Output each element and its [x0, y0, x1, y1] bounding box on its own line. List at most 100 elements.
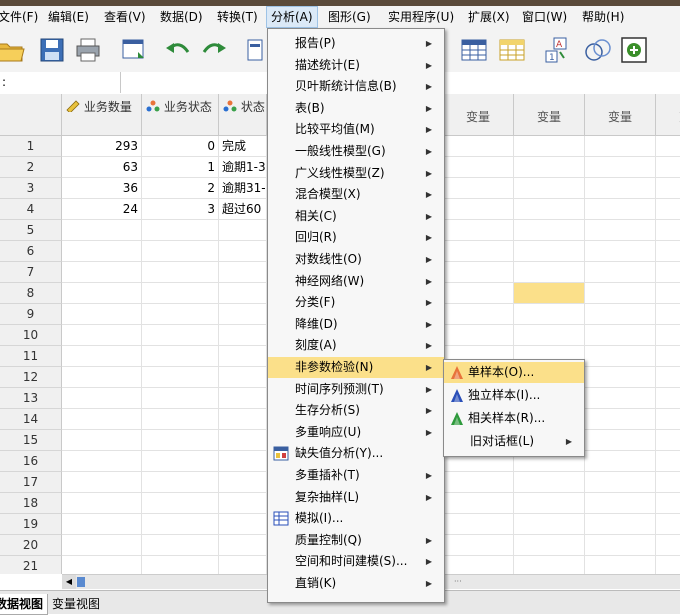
- empty-cell[interactable]: [585, 136, 656, 157]
- data-cell[interactable]: [142, 493, 219, 514]
- menu-analyze[interactable]: 分析(A): [266, 6, 318, 28]
- empty-variable-header[interactable]: 变量: [585, 94, 656, 136]
- empty-cell[interactable]: [656, 451, 680, 472]
- cell-reference-field[interactable]: :: [0, 72, 121, 93]
- empty-cell[interactable]: [585, 304, 656, 325]
- empty-cell[interactable]: [514, 262, 585, 283]
- corner-header[interactable]: [0, 94, 62, 136]
- row-number[interactable]: 1: [0, 136, 62, 157]
- row-number[interactable]: 7: [0, 262, 62, 283]
- data-cell[interactable]: [219, 262, 267, 283]
- empty-cell[interactable]: [514, 556, 585, 574]
- menu-item[interactable]: 一般线性模型(G) ▶: [268, 141, 444, 162]
- empty-cell[interactable]: [514, 283, 585, 304]
- empty-cell[interactable]: [656, 535, 680, 556]
- empty-cell[interactable]: [514, 472, 585, 493]
- data-cell[interactable]: [62, 262, 142, 283]
- data-cell[interactable]: 36: [62, 178, 142, 199]
- empty-cell[interactable]: [585, 262, 656, 283]
- menu-item[interactable]: 多重插补(T) ▶: [268, 465, 444, 486]
- data-cell[interactable]: [142, 430, 219, 451]
- submenu-item[interactable]: 独立样本(I)...: [444, 385, 584, 406]
- data-cell[interactable]: [142, 388, 219, 409]
- empty-cell[interactable]: [656, 430, 680, 451]
- empty-cell[interactable]: [585, 283, 656, 304]
- redo-icon[interactable]: [200, 36, 228, 64]
- empty-cell[interactable]: [656, 325, 680, 346]
- empty-cell[interactable]: [585, 535, 656, 556]
- data-cell[interactable]: [142, 304, 219, 325]
- data-cell[interactable]: [62, 283, 142, 304]
- menu-file[interactable]: 文件(F): [0, 6, 42, 28]
- data-cell[interactable]: [142, 325, 219, 346]
- empty-cell[interactable]: [514, 514, 585, 535]
- table-icon[interactable]: [460, 36, 488, 64]
- column-header[interactable]: 业务状态: [142, 94, 219, 136]
- menu-item[interactable]: 直销(K) ▶: [268, 573, 444, 594]
- empty-cell[interactable]: [585, 472, 656, 493]
- column-header[interactable]: 业务数量: [62, 94, 142, 136]
- data-cell[interactable]: [142, 556, 219, 574]
- empty-cell[interactable]: [443, 556, 514, 574]
- empty-variable-header[interactable]: 变量: [443, 94, 514, 136]
- empty-cell[interactable]: [656, 178, 680, 199]
- empty-cell[interactable]: [656, 367, 680, 388]
- empty-cell[interactable]: [656, 304, 680, 325]
- menu-item[interactable]: 刻度(A) ▶: [268, 335, 444, 356]
- row-number[interactable]: 6: [0, 241, 62, 262]
- data-cell[interactable]: 3: [142, 199, 219, 220]
- menu-utilities[interactable]: 实用程序(U): [384, 6, 458, 28]
- empty-cell[interactable]: [656, 409, 680, 430]
- data-cell[interactable]: [62, 304, 142, 325]
- data-cell[interactable]: [142, 262, 219, 283]
- row-number[interactable]: 4: [0, 199, 62, 220]
- empty-cell[interactable]: [514, 199, 585, 220]
- empty-cell[interactable]: [585, 430, 656, 451]
- row-number[interactable]: 2: [0, 157, 62, 178]
- empty-cell[interactable]: [585, 514, 656, 535]
- empty-cell[interactable]: [656, 493, 680, 514]
- recall-dialog-icon[interactable]: [120, 36, 148, 64]
- menu-item[interactable]: 比较平均值(M) ▶: [268, 119, 444, 140]
- data-cell[interactable]: [219, 346, 267, 367]
- empty-cell[interactable]: [585, 388, 656, 409]
- data-cell[interactable]: [219, 241, 267, 262]
- empty-cell[interactable]: [585, 367, 656, 388]
- scroll-left-button[interactable]: ◀: [62, 575, 76, 589]
- menu-item[interactable]: 质量控制(Q) ▶: [268, 530, 444, 551]
- row-number[interactable]: 17: [0, 472, 62, 493]
- empty-cell[interactable]: [585, 199, 656, 220]
- data-cell[interactable]: [142, 514, 219, 535]
- empty-cell[interactable]: [585, 451, 656, 472]
- data-cell[interactable]: [62, 430, 142, 451]
- row-number[interactable]: 16: [0, 451, 62, 472]
- empty-cell[interactable]: [514, 241, 585, 262]
- data-cell[interactable]: [219, 514, 267, 535]
- menu-item[interactable]: 非参数检验(N) ▶: [268, 357, 444, 378]
- menu-item[interactable]: 缺失值分析(Y)...: [268, 443, 444, 464]
- data-cell[interactable]: [219, 430, 267, 451]
- menu-extensions[interactable]: 扩展(X): [464, 6, 514, 28]
- menu-item[interactable]: 分类(F) ▶: [268, 292, 444, 313]
- data-cell[interactable]: [142, 472, 219, 493]
- submenu-item[interactable]: 旧对话框(L) ▶: [444, 431, 584, 452]
- data-cell[interactable]: [219, 409, 267, 430]
- data-cell[interactable]: [142, 367, 219, 388]
- undo-icon[interactable]: [164, 36, 192, 64]
- data-cell[interactable]: [62, 388, 142, 409]
- row-number[interactable]: 9: [0, 304, 62, 325]
- data-cell[interactable]: [219, 535, 267, 556]
- scroll-thumb[interactable]: [77, 577, 85, 587]
- row-number[interactable]: 12: [0, 367, 62, 388]
- data-cell[interactable]: [142, 283, 219, 304]
- empty-cell[interactable]: [443, 493, 514, 514]
- row-number[interactable]: 8: [0, 283, 62, 304]
- data-cell[interactable]: 2: [142, 178, 219, 199]
- menu-item[interactable]: 生存分析(S) ▶: [268, 400, 444, 421]
- menu-window[interactable]: 窗口(W): [518, 6, 571, 28]
- menu-item[interactable]: 表(B) ▶: [268, 98, 444, 119]
- empty-cell[interactable]: [443, 178, 514, 199]
- menu-item[interactable]: 广义线性模型(Z) ▶: [268, 163, 444, 184]
- empty-cell[interactable]: [443, 157, 514, 178]
- menu-graphs[interactable]: 图形(G): [324, 6, 375, 28]
